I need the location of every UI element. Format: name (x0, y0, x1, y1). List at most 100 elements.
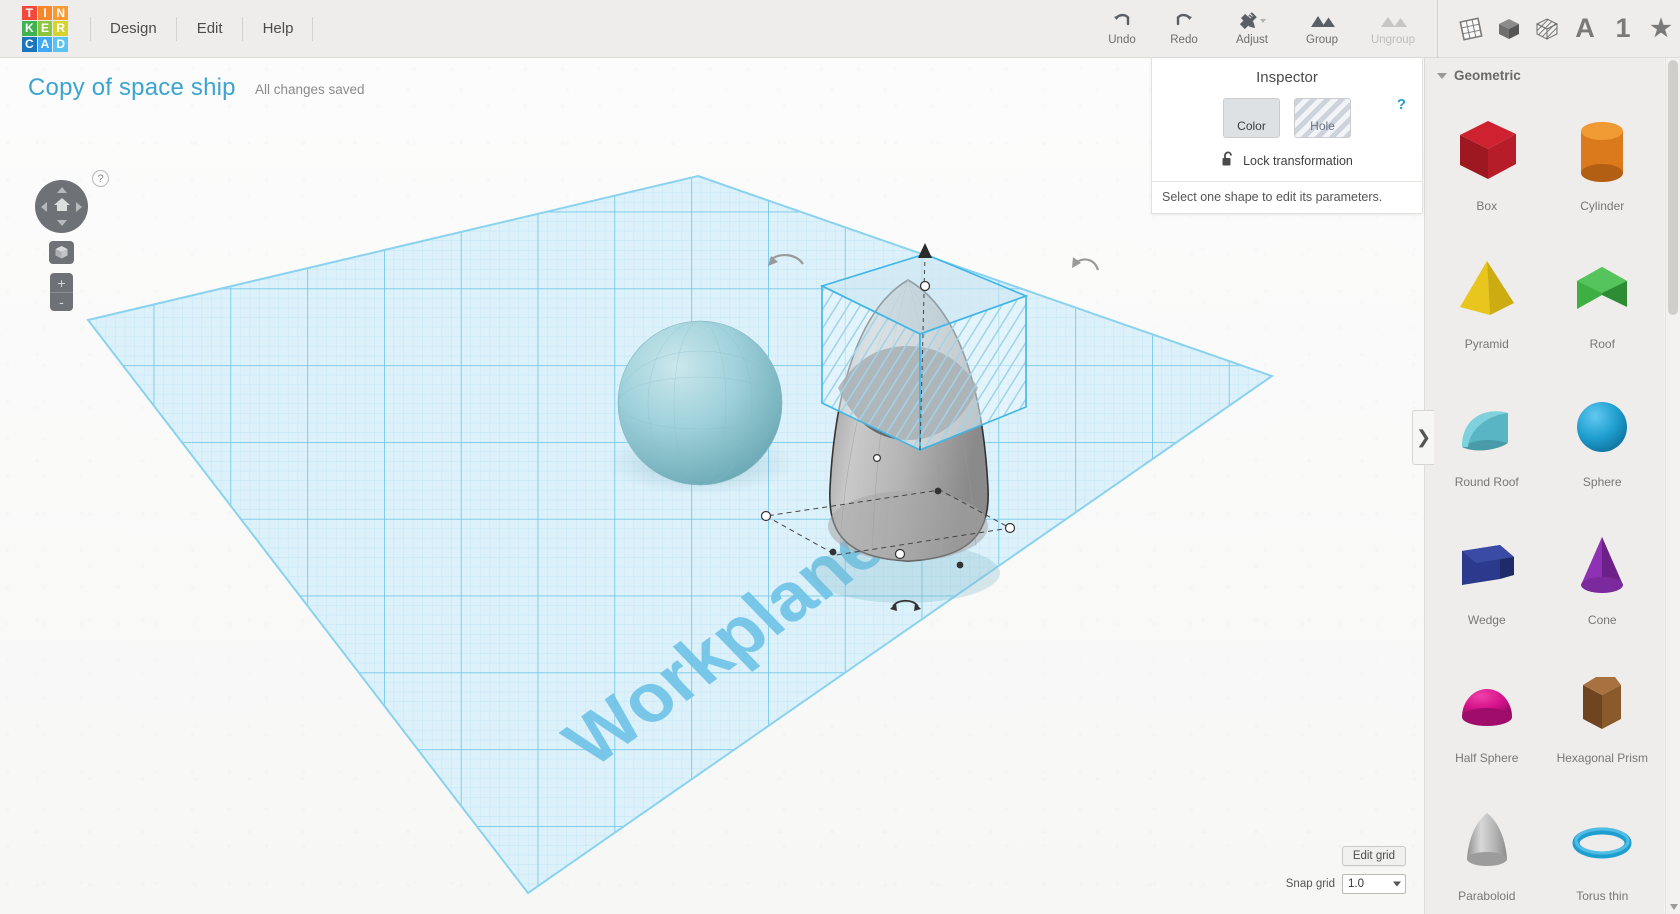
logo-tile-a: A (37, 36, 53, 52)
toolbar-actions: Undo Redo Adjust Group Ungroup A 1 ★ (1091, 0, 1680, 58)
shape-item-paraboloid[interactable]: Paraboloid (1429, 783, 1545, 914)
lock-transformation-row[interactable]: Lock transformation (1152, 151, 1422, 170)
edit-grid-button[interactable]: Edit grid (1341, 846, 1406, 866)
nav-up-icon[interactable] (56, 187, 67, 193)
fit-view-cube-button[interactable] (49, 241, 74, 264)
cube-icon (55, 246, 68, 259)
collapse-shapes-panel-button[interactable]: ❯ (1412, 410, 1434, 465)
rotate-handle-right[interactable] (1074, 258, 1100, 271)
hole-swatch-button[interactable]: Hole (1294, 98, 1351, 138)
inspector-help-icon[interactable]: ? (1397, 96, 1406, 113)
shape-label: Paraboloid (1458, 889, 1516, 903)
view-navigation-pad[interactable] (35, 180, 88, 233)
hole-cube-icon[interactable] (1528, 0, 1566, 58)
nav-down-icon[interactable] (56, 220, 67, 226)
hexagonal-prism-icon (1545, 653, 1661, 749)
hole-label: Hole (1310, 119, 1335, 133)
text-icon[interactable]: A (1566, 0, 1604, 58)
box-icon (1429, 101, 1545, 197)
nav-left-icon[interactable] (41, 201, 47, 212)
snap-grid-select[interactable]: 1.0 (1342, 874, 1406, 894)
shape-item-roof[interactable]: Roof (1545, 231, 1661, 367)
view-help-icon[interactable]: ? (92, 170, 109, 187)
adjust-icon (1237, 11, 1267, 31)
ungroup-label: Ungroup (1370, 34, 1416, 46)
corner-handle-3[interactable] (956, 561, 964, 569)
scale-handle-back[interactable] (872, 454, 881, 463)
scale-handle-left[interactable] (760, 510, 772, 522)
shape-item-torus-thin[interactable]: Torus thin (1545, 783, 1661, 914)
shape-item-wedge[interactable]: Wedge (1429, 507, 1545, 643)
workplane[interactable] (86, 174, 1275, 895)
lock-transformation-label: Lock transformation (1243, 153, 1353, 168)
roof-icon (1545, 239, 1661, 335)
adjust-button[interactable]: Adjust (1215, 0, 1289, 58)
scale-handle-front[interactable] (894, 548, 906, 560)
top-handle[interactable] (919, 280, 931, 292)
shape-item-box[interactable]: Box (1429, 93, 1545, 229)
scrollbar-thumb[interactable] (1668, 60, 1678, 315)
logo-tile-r: R (53, 21, 68, 36)
shape-item-cylinder[interactable]: Cylinder (1545, 93, 1661, 229)
inspector-hint: Select one shape to edit its parameters. (1152, 181, 1422, 204)
group-button[interactable]: Group (1289, 0, 1355, 58)
shapes-panel-scrollbar[interactable] (1665, 58, 1680, 914)
zoom-in-button[interactable]: + (50, 273, 73, 292)
undo-button[interactable]: Undo (1091, 0, 1153, 58)
corner-handle[interactable] (934, 487, 942, 495)
scroll-down-icon[interactable] (1666, 899, 1680, 914)
ungroup-icon (1378, 11, 1408, 31)
number-icon[interactable]: 1 (1604, 0, 1642, 58)
shape-label: Wedge (1467, 613, 1506, 627)
zoom-controls: + - (50, 273, 73, 311)
tinkercad-logo[interactable]: T I N K E R C A D (22, 5, 68, 52)
cube-icon[interactable] (1490, 0, 1528, 58)
cone-icon (1545, 515, 1661, 611)
page-title[interactable]: Copy of space ship (28, 74, 236, 102)
shape-item-half-sphere[interactable]: Half Sphere (1429, 645, 1545, 781)
shape-item-round-roof[interactable]: Round Roof (1429, 369, 1545, 505)
save-status: All changes saved (255, 82, 365, 97)
cylinder-icon (1545, 101, 1661, 197)
shape-item-hexagonal-prism[interactable]: Hexagonal Prism (1545, 645, 1661, 781)
inspector-panel: Inspector ? Color Hole Lock transformati… (1151, 58, 1423, 214)
wedge-icon (1429, 515, 1545, 611)
inspector-swatches: Color Hole (1152, 98, 1422, 138)
shape-label: Round Roof (1454, 475, 1519, 489)
half-sphere-icon (1429, 653, 1545, 749)
menu-help[interactable]: Help (243, 0, 314, 58)
top-toolbar: T I N K E R C A D Design Edit Help Undo … (0, 0, 1680, 58)
shape-label: Sphere (1582, 475, 1622, 489)
logo-tile-k: K (22, 21, 37, 36)
zoom-out-button[interactable]: - (50, 292, 73, 311)
featured-icon[interactable]: ★ (1642, 0, 1680, 58)
redo-label: Redo (1170, 34, 1198, 46)
redo-icon (1172, 11, 1196, 31)
adjust-label: Adjust (1236, 34, 1268, 46)
shapes-category-label: Geometric (1454, 68, 1521, 83)
ungroup-button[interactable]: Ungroup (1355, 0, 1431, 58)
shape-item-sphere[interactable]: Sphere (1545, 369, 1661, 505)
corner-handle-2[interactable] (829, 548, 837, 556)
nav-right-icon[interactable] (76, 201, 82, 212)
scale-handle-right[interactable] (1004, 522, 1016, 534)
redo-button[interactable]: Redo (1153, 0, 1215, 58)
home-view-icon[interactable] (52, 195, 72, 218)
shape-item-pyramid[interactable]: Pyramid (1429, 231, 1545, 367)
menu-edit[interactable]: Edit (177, 0, 243, 58)
color-swatch-button[interactable]: Color (1223, 98, 1280, 138)
shape-item-cone[interactable]: Cone (1545, 507, 1661, 643)
sphere-object[interactable] (617, 320, 783, 486)
shapes-category-header[interactable]: Geometric (1425, 58, 1664, 89)
menu-design[interactable]: Design (90, 0, 177, 58)
group-icon (1307, 11, 1337, 31)
logo-tile-c: C (22, 36, 37, 52)
sphere-icon (1545, 377, 1661, 473)
height-handle[interactable] (918, 243, 932, 258)
shapes-panel: Geometric Box Cylinder Pyramid Roof Roun… (1424, 58, 1664, 914)
shape-label: Pyramid (1464, 337, 1509, 351)
workplane-icon[interactable] (1452, 0, 1490, 58)
chevron-down-icon (1393, 881, 1401, 887)
logo-tile-e: E (37, 21, 53, 36)
logo-tile-n: N (53, 5, 68, 21)
